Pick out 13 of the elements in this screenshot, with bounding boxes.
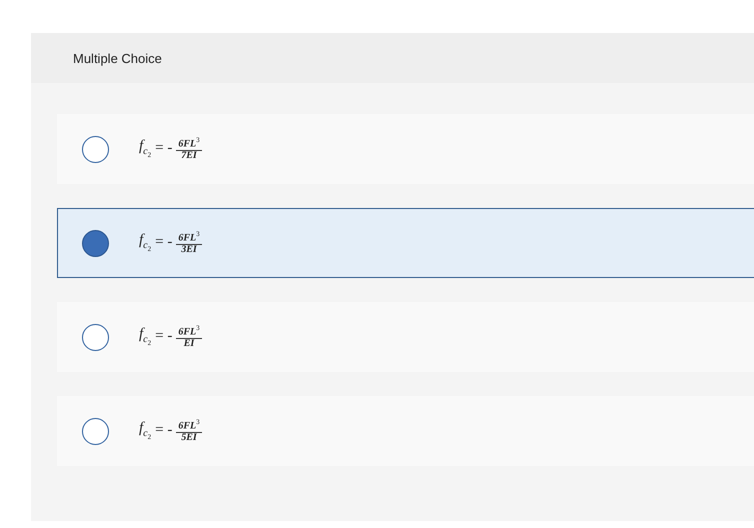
equals-minus-sign: = - — [155, 422, 172, 440]
fraction: 6FL$^{3}$ 7EI — [176, 136, 202, 162]
equals-minus-sign: = - — [155, 328, 172, 346]
fraction: 6FL$^{3}$ 5EI — [176, 418, 202, 444]
fraction: 6FL$^{3}$ 3EI — [176, 230, 202, 256]
equals-minus-sign: = - — [155, 140, 172, 158]
equals-minus-sign: = - — [155, 234, 172, 252]
radio-button[interactable] — [82, 324, 109, 350]
radio-button[interactable] — [82, 418, 109, 444]
radio-button[interactable] — [82, 230, 109, 256]
radio-button[interactable] — [82, 136, 109, 162]
fraction: 6FL$^{3}$ EI — [176, 324, 202, 350]
question-type-title: Multiple Choice — [73, 50, 162, 66]
